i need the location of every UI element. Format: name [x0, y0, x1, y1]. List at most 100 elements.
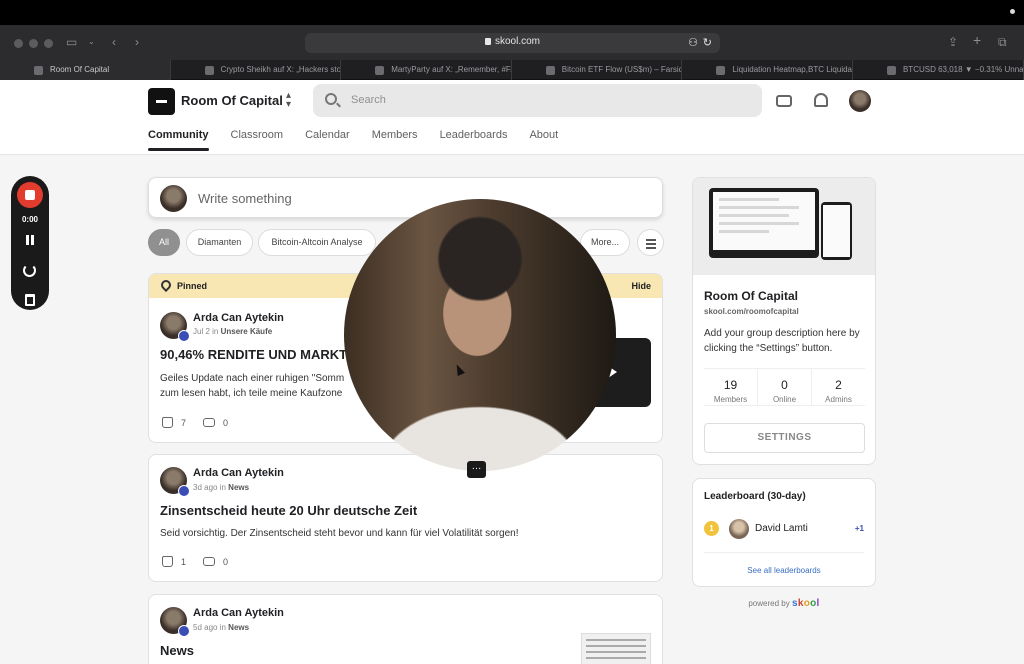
sidebar-group-url[interactable]: skool.com/roomofcapital: [704, 307, 799, 316]
author-name[interactable]: Arda Can Aytekin: [193, 312, 284, 324]
laptop-illustration: [709, 188, 819, 258]
search-placeholder: Search: [351, 94, 386, 106]
browser-tab[interactable]: Room Of Capital: [0, 60, 171, 80]
post-title[interactable]: News: [160, 643, 194, 658]
close-window-button[interactable]: [14, 39, 23, 48]
tab-leaderboards[interactable]: Leaderboards: [440, 129, 508, 151]
pause-icon[interactable]: [25, 235, 35, 245]
level-badge: [178, 485, 190, 497]
post-composer[interactable]: Write something: [148, 177, 663, 218]
more-options-icon[interactable]: …: [467, 461, 486, 478]
status-dot: [1010, 9, 1015, 14]
filter-settings-icon[interactable]: [637, 229, 664, 256]
post-title[interactable]: Zinsentscheid heute 20 Uhr deutsche Zeit: [160, 503, 417, 518]
hide-button[interactable]: Hide: [631, 274, 651, 298]
comment-icon[interactable]: [203, 557, 216, 566]
stat-admins[interactable]: 2 Admins: [812, 369, 865, 405]
settings-button[interactable]: SETTINGS: [704, 423, 865, 453]
browser-tab[interactable]: BTCUSD 63,018 ▼ −0.31% Unnam...: [853, 60, 1024, 80]
tab-classroom[interactable]: Classroom: [231, 129, 284, 151]
browser-toolbar: ▭ ⌄ ‹ › skool.com ⚇ ↻ ⇪ + ⧉: [0, 25, 1024, 60]
switch-group-icon[interactable]: ▴ ▾: [286, 91, 291, 110]
post-actions: 1 0: [162, 556, 228, 567]
author-avatar[interactable]: [160, 467, 190, 497]
like-count: 1: [181, 556, 187, 567]
search-input[interactable]: Search: [313, 84, 762, 117]
post-title[interactable]: 90,46% RENDITE UND MARKTE: [160, 347, 356, 362]
tab-members[interactable]: Members: [372, 129, 418, 151]
browser-tab[interactable]: MartyParty auf X: „Remember, #F...: [341, 60, 512, 80]
post-category[interactable]: News: [228, 483, 249, 492]
post-category[interactable]: News: [228, 623, 249, 632]
stop-recording-button[interactable]: [17, 182, 43, 208]
powered-by-skool[interactable]: powered by skool: [692, 598, 876, 609]
share-icon[interactable]: ⇪: [948, 35, 958, 49]
tab-about[interactable]: About: [529, 129, 558, 151]
reload-icon[interactable]: ↻: [703, 36, 712, 49]
author-avatar[interactable]: [160, 312, 190, 342]
browser-tab[interactable]: Liquidation Heatmap,BTC Liquida...: [682, 60, 853, 80]
group-stats: 19 Members 0 Online 2 Admins: [704, 368, 865, 406]
post-meta: 3d ago in News: [193, 483, 250, 492]
bell-icon[interactable]: [814, 93, 828, 107]
author-name[interactable]: Arda Can Aytekin: [193, 467, 284, 479]
author-name[interactable]: Arda Can Aytekin: [193, 607, 284, 619]
article-thumbnail[interactable]: [581, 633, 651, 664]
post-actions: 7 0: [162, 417, 228, 428]
tab-overview-icon[interactable]: ⧉: [998, 35, 1007, 49]
pinned-label: Pinned: [177, 281, 208, 291]
favicon-icon: [545, 66, 555, 75]
new-tab-icon[interactable]: +: [973, 33, 981, 47]
filter-all[interactable]: All: [148, 229, 180, 256]
pin-icon: [158, 277, 174, 293]
url-text: skool.com: [494, 36, 540, 47]
browser-tab[interactable]: Bitcoin ETF Flow (US$m) – Farsid...: [512, 60, 683, 80]
favicon-icon: [886, 66, 896, 75]
filter-bitcoin-altcoin-analyse[interactable]: Bitcoin-Altcoin Analyse: [258, 229, 376, 256]
sidebar-icon[interactable]: ▭: [66, 35, 77, 49]
sidebar-group-name: Room Of Capital: [704, 289, 799, 303]
chevron-down-icon[interactable]: ⌄: [88, 35, 95, 49]
leader-name[interactable]: David Lamti: [755, 523, 808, 534]
trash-icon[interactable]: [25, 294, 35, 306]
comment-icon[interactable]: [203, 418, 216, 427]
chat-icon[interactable]: [776, 95, 792, 107]
leaderboard-card: Leaderboard (30-day) 1 David Lamti +1 Se…: [692, 478, 876, 587]
user-avatar[interactable]: [849, 90, 871, 112]
author-avatar[interactable]: [160, 607, 190, 637]
filter-diamanten[interactable]: Diamanten: [186, 229, 253, 256]
post-category[interactable]: Unsere Käufe: [221, 327, 273, 336]
comment-count: 0: [223, 417, 229, 428]
zoom-window-button[interactable]: [44, 39, 53, 48]
like-count: 7: [181, 417, 187, 428]
group-description: Add your group description here by click…: [704, 328, 860, 354]
like-icon[interactable]: [162, 417, 173, 428]
minimize-window-button[interactable]: [29, 39, 38, 48]
leader-avatar[interactable]: [729, 519, 749, 539]
recording-time: 0:00: [21, 215, 38, 224]
translate-icon[interactable]: ⚇: [688, 36, 698, 49]
group-logo[interactable]: [148, 88, 175, 115]
stat-online[interactable]: 0 Online: [758, 369, 812, 405]
level-badge: [178, 330, 190, 342]
group-cover-image: [693, 178, 875, 275]
browser-tab[interactable]: Crypto Sheikh auf X: „Hackers sto...: [171, 60, 342, 80]
divider: [704, 552, 864, 553]
forward-icon[interactable]: ›: [135, 35, 139, 49]
post-card[interactable]: Arda Can Aytekin 5d ago in News News: [148, 594, 663, 664]
stat-members[interactable]: 19 Members: [704, 369, 758, 405]
restart-icon[interactable]: [23, 264, 36, 277]
composer-placeholder: Write something: [198, 191, 292, 206]
tab-community[interactable]: Community: [148, 129, 209, 151]
screen-recorder: 0:00: [11, 176, 49, 310]
group-name[interactable]: Room Of Capital: [181, 93, 283, 108]
tab-calendar[interactable]: Calendar: [305, 129, 350, 151]
medal-icon: 1: [704, 521, 719, 536]
webcam-bubble[interactable]: [344, 199, 616, 471]
post-card[interactable]: Arda Can Aytekin 3d ago in News Zinsents…: [148, 454, 663, 582]
address-bar[interactable]: skool.com ⚇ ↻: [305, 33, 720, 53]
see-all-leaderboards-link[interactable]: See all leaderboards: [693, 566, 875, 575]
post-meta: 5d ago in News: [193, 623, 250, 632]
like-icon[interactable]: [162, 556, 173, 567]
back-icon[interactable]: ‹: [112, 35, 116, 49]
